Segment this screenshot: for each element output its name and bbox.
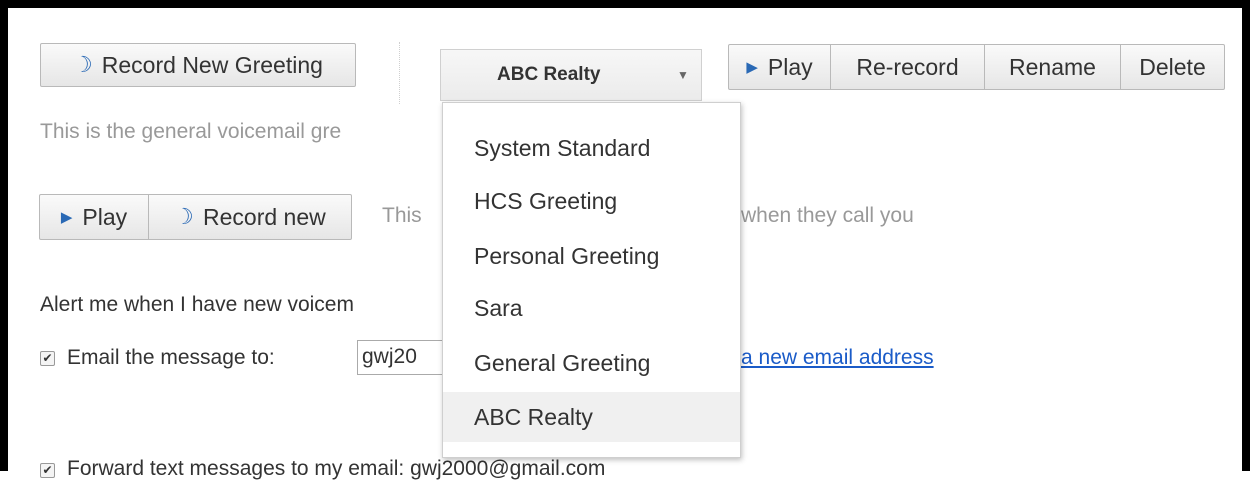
greeting-actions-group: ▶ Play Re-record Rename Delete <box>728 44 1225 90</box>
play-icon: ▶ <box>746 59 758 76</box>
selected-greeting-label: ABC Realty <box>497 64 601 85</box>
rename-label: Rename <box>1009 53 1096 80</box>
re-record-label: Re-record <box>856 53 959 80</box>
record-new-greeting-button[interactable]: ☾ Record New Greeting <box>40 43 356 87</box>
play-name-button[interactable]: ▶ Play <box>39 194 149 240</box>
email-message-checkbox[interactable]: ✔ <box>40 351 55 366</box>
forward-text-label: Forward text messages to my email: gwj20… <box>67 457 606 480</box>
menu-item-personal-greeting[interactable]: Personal Greeting <box>443 231 740 281</box>
delete-label: Delete <box>1139 53 1206 80</box>
greeting-select-dropdown[interactable]: ABC Realty ▼ <box>440 49 702 101</box>
phone-icon: ☾ <box>73 52 93 77</box>
play-icon: ▶ <box>60 209 73 226</box>
menu-item-sara[interactable]: Sara <box>443 283 740 333</box>
checkmark-icon: ✔ <box>42 351 53 365</box>
menu-item-system-standard[interactable]: System Standard <box>443 123 740 173</box>
toolbar-separator <box>399 42 400 104</box>
greeting-description: This is the general voicemail gre <box>40 120 342 143</box>
greeting-dropdown-menu: System Standard HCS Greeting Personal Gr… <box>442 102 741 458</box>
menu-item-general-greeting[interactable]: General Greeting <box>443 338 740 388</box>
caret-down-icon: ▼ <box>677 68 689 82</box>
play-label: Play <box>767 53 813 80</box>
re-record-button[interactable]: Re-record <box>831 44 985 90</box>
name-description-left: This <box>382 204 422 227</box>
menu-item-hcs-greeting[interactable]: HCS Greeting <box>443 176 740 226</box>
name-description-right: when they call you <box>741 204 914 227</box>
rename-button[interactable]: Rename <box>985 44 1121 90</box>
play-name-label: Play <box>82 203 128 230</box>
checkmark-icon: ✔ <box>42 463 53 477</box>
phone-icon: ☾ <box>174 204 194 229</box>
name-recording-group: ▶ Play ☾ Record new <box>39 194 352 240</box>
play-greeting-button[interactable]: ▶ Play <box>728 44 831 90</box>
add-email-address-link[interactable]: a new email address <box>741 346 934 370</box>
record-new-greeting-label: Record New Greeting <box>101 51 323 78</box>
record-new-button[interactable]: ☾ Record new <box>149 194 352 240</box>
alerts-heading: Alert me when I have new voicem <box>40 293 354 316</box>
record-new-label: Record new <box>203 203 326 230</box>
menu-item-abc-realty[interactable]: ABC Realty <box>443 392 740 442</box>
email-message-label: Email the message to: <box>67 346 275 369</box>
delete-button[interactable]: Delete <box>1121 44 1225 90</box>
